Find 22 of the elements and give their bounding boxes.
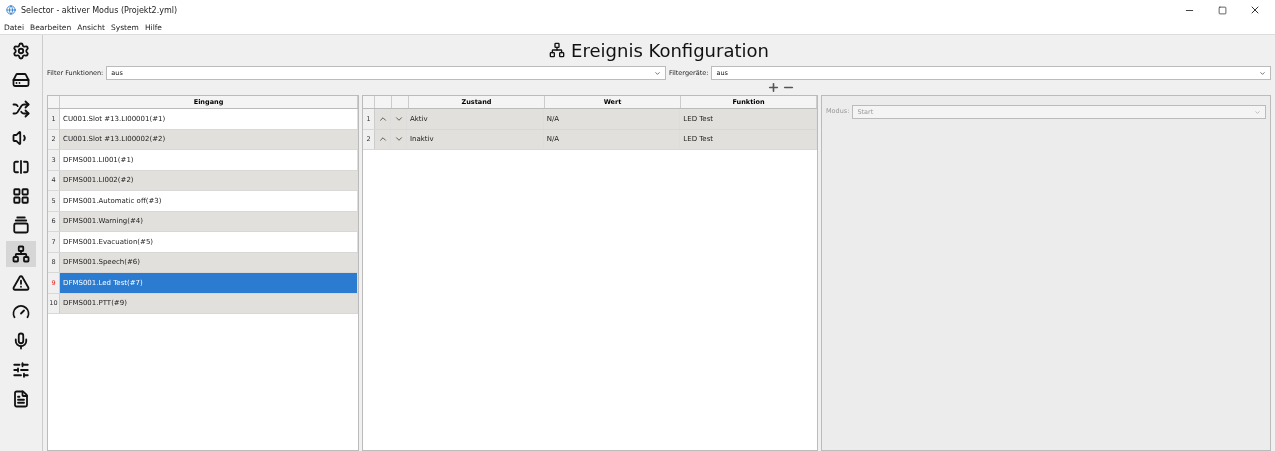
close-icon xyxy=(1249,4,1261,16)
caret-icon xyxy=(1259,69,1266,77)
shuffle-icon xyxy=(12,100,30,118)
caret-icon xyxy=(653,69,661,77)
sliders-icon xyxy=(12,361,30,379)
app-icon xyxy=(6,5,16,15)
server-icon xyxy=(12,71,30,89)
sidebar-button[interactable] xyxy=(6,241,36,267)
network-icon xyxy=(549,42,566,58)
network-icon xyxy=(12,245,30,263)
warning-icon xyxy=(12,274,30,292)
grid-icon xyxy=(12,187,30,205)
document-icon xyxy=(12,390,30,408)
gauge-icon xyxy=(12,303,30,321)
caret-icon xyxy=(1254,108,1261,116)
stacked-screens-icon xyxy=(12,216,30,234)
window-title: Selector - aktiver Modus (Projekt2.yml) xyxy=(21,5,179,15)
add-icon[interactable] xyxy=(767,81,780,94)
page-heading: Ereignis Konfiguration xyxy=(571,39,769,61)
microphone-icon xyxy=(12,332,30,350)
restore-icon xyxy=(1217,5,1227,15)
settings-icon xyxy=(12,42,30,60)
